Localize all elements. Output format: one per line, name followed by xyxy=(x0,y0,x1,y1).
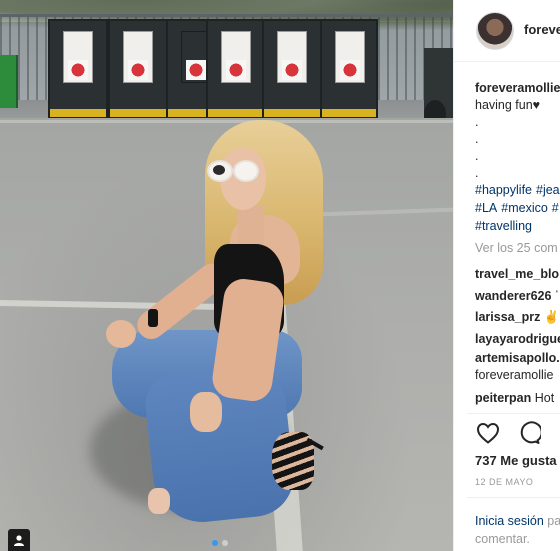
login-prompt: Inicia sesión pa comentar. xyxy=(475,512,560,548)
divider xyxy=(467,413,560,414)
hashtags: #happylife #jea #LA #mexico # #travelling xyxy=(475,181,560,235)
carousel-dots xyxy=(212,540,228,546)
comment-username[interactable]: wanderer626 xyxy=(475,289,551,303)
comment-icon xyxy=(520,421,541,444)
comment-item: larissa_prz ✌✌ xyxy=(475,307,560,329)
like-count[interactable]: 737 Me gusta xyxy=(475,453,557,468)
hashtag-link[interactable]: #travelling xyxy=(475,219,532,233)
hashtag-link[interactable]: #jea xyxy=(536,183,560,197)
comment-text: Hot xyxy=(531,391,555,405)
truck xyxy=(424,48,453,128)
comment-text: foreveramollie xyxy=(475,368,554,382)
caption-dot: . xyxy=(475,166,479,180)
green-bin xyxy=(0,55,18,108)
comment-username[interactable]: layayarodrigue xyxy=(475,332,560,346)
comment-item: layayarodrigue xyxy=(475,329,560,351)
figure-sunglasses xyxy=(207,160,259,182)
comment-item: wanderer626 ῾ xyxy=(475,286,560,308)
tagged-user-button[interactable] xyxy=(8,529,30,551)
caption-username-link[interactable]: foreveramollie xyxy=(475,81,560,95)
comment-text: ✌✌ xyxy=(543,310,560,324)
post-header: foreve xyxy=(454,0,560,62)
like-button[interactable] xyxy=(475,421,501,445)
comment-list: travel_me_blo wanderer626 ῾ larissa_prz … xyxy=(475,264,560,410)
comment-text: ῾ xyxy=(551,288,560,303)
comment-button[interactable] xyxy=(516,421,542,445)
caption-dot: . xyxy=(475,149,479,163)
avatar[interactable] xyxy=(476,12,514,50)
divider xyxy=(467,497,560,498)
comment-item: artemisapollo. foreveramollie xyxy=(475,350,560,384)
caption-text: having fun♥ xyxy=(475,98,541,112)
header-username-link[interactable]: foreve xyxy=(524,22,560,37)
post-date: 12 DE MAYO xyxy=(475,477,534,487)
equipment-case xyxy=(48,19,108,119)
equipment-case xyxy=(320,19,378,119)
figure-heel-shoe xyxy=(266,432,324,496)
heart-icon xyxy=(476,422,500,444)
carousel-dot[interactable] xyxy=(212,540,218,546)
figure-left-hand xyxy=(106,320,136,348)
login-prompt-text-2: comentar. xyxy=(475,532,530,546)
comment-item: travel_me_blo xyxy=(475,264,560,286)
post-photo[interactable] xyxy=(0,0,453,551)
figure-neck xyxy=(238,205,264,245)
figure-knee xyxy=(148,488,170,514)
hashtag-link[interactable]: #LA xyxy=(475,201,497,215)
equipment-case xyxy=(206,19,266,119)
caption: foreveramollie having fun♥ . . . . xyxy=(475,80,560,182)
comment-username[interactable]: peiterpan xyxy=(475,391,531,405)
comment-username[interactable]: larissa_prz xyxy=(475,310,540,324)
comment-username[interactable]: artemisapollo. xyxy=(475,351,560,365)
hashtag-link[interactable]: #happylife xyxy=(475,183,532,197)
comment-item: peiterpan Hot xyxy=(475,388,560,410)
fence-rail xyxy=(0,14,453,17)
view-all-comments-link[interactable]: Ver los 25 com xyxy=(475,241,558,255)
comment-username[interactable]: travel_me_blo xyxy=(475,267,559,281)
hashtag-link[interactable]: #mexico xyxy=(501,201,548,215)
caption-dot: . xyxy=(475,132,479,146)
login-link[interactable]: Inicia sesión xyxy=(475,514,544,528)
parking-line xyxy=(0,120,453,123)
post-sidebar: foreve foreveramollie having fun♥ . . . … xyxy=(453,0,560,551)
user-icon xyxy=(14,535,24,546)
equipment-case xyxy=(108,19,168,119)
figure-watch xyxy=(148,309,158,327)
figure-right-hand xyxy=(190,392,222,432)
hashtag-link[interactable]: # xyxy=(552,201,559,215)
caption-dot: . xyxy=(475,115,479,129)
action-bar xyxy=(475,421,542,445)
login-prompt-text: pa xyxy=(543,514,560,528)
equipment-case xyxy=(262,19,322,119)
carousel-dot[interactable] xyxy=(222,540,228,546)
